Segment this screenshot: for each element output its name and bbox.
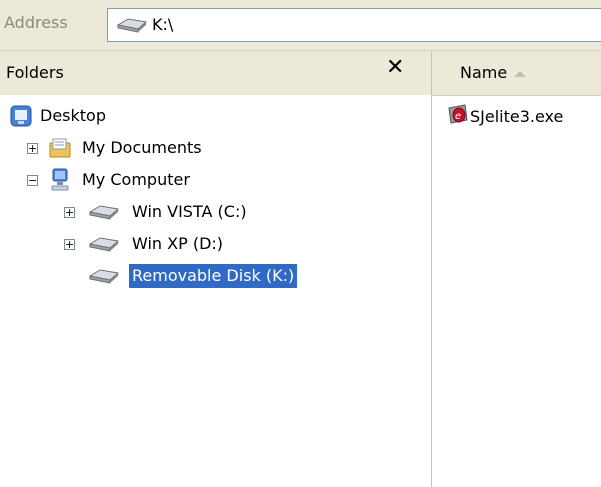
tree-item-my-computer[interactable]: − My Computer <box>0 168 431 192</box>
my-computer-icon <box>51 168 69 191</box>
folders-title: Folders <box>6 63 64 82</box>
svg-text:e: e <box>455 111 461 122</box>
tree-item-drive-c[interactable]: + Win VISTA (C:) <box>0 200 431 224</box>
file-list-pane: Name e SJelite3.exe <box>432 51 601 487</box>
expand-icon[interactable]: + <box>64 239 75 250</box>
address-bar: Address K:\ <box>0 0 601 51</box>
file-row[interactable]: e SJelite3.exe <box>432 101 601 133</box>
removable-drive-icon <box>116 18 148 33</box>
tree-label-drive-c: Win VISTA (C:) <box>132 202 247 221</box>
tree-item-drive-d[interactable]: + Win XP (D:) <box>0 232 431 256</box>
address-label: Address <box>4 13 68 32</box>
address-value: K:\ <box>152 15 174 34</box>
expand-icon[interactable]: + <box>27 143 38 154</box>
file-name: SJelite3.exe <box>470 107 564 126</box>
tree-label-desktop: Desktop <box>40 106 106 125</box>
desktop-icon <box>10 105 32 127</box>
tree-item-desktop[interactable]: Desktop <box>0 104 431 128</box>
column-header-name-label: Name <box>460 63 508 82</box>
sort-ascending-icon <box>514 71 526 77</box>
collapse-icon[interactable]: − <box>27 175 38 186</box>
folders-header: Folders ✕ <box>0 51 431 95</box>
tree-label-my-computer: My Computer <box>82 170 190 189</box>
tree-label-drive-d: Win XP (D:) <box>132 234 224 253</box>
tree-item-drive-k[interactable]: Removable Disk (K:) <box>0 264 431 288</box>
close-icon[interactable]: ✕ <box>386 55 404 80</box>
hard-drive-icon <box>88 205 120 220</box>
column-header-name[interactable]: Name <box>432 51 601 96</box>
my-documents-icon <box>49 138 71 158</box>
app-exe-icon: e <box>448 104 468 124</box>
expand-icon[interactable]: + <box>64 207 75 218</box>
tree-item-my-documents[interactable]: + My Documents <box>0 136 431 160</box>
folders-pane: Folders ✕ Desktop + My Documents − My Co… <box>0 51 432 487</box>
address-input[interactable]: K:\ <box>107 8 601 42</box>
tree-label-drive-k: Removable Disk (K:) <box>129 264 298 288</box>
removable-drive-icon <box>88 269 120 284</box>
hard-drive-icon <box>88 237 120 252</box>
tree-label-my-documents: My Documents <box>82 138 202 157</box>
